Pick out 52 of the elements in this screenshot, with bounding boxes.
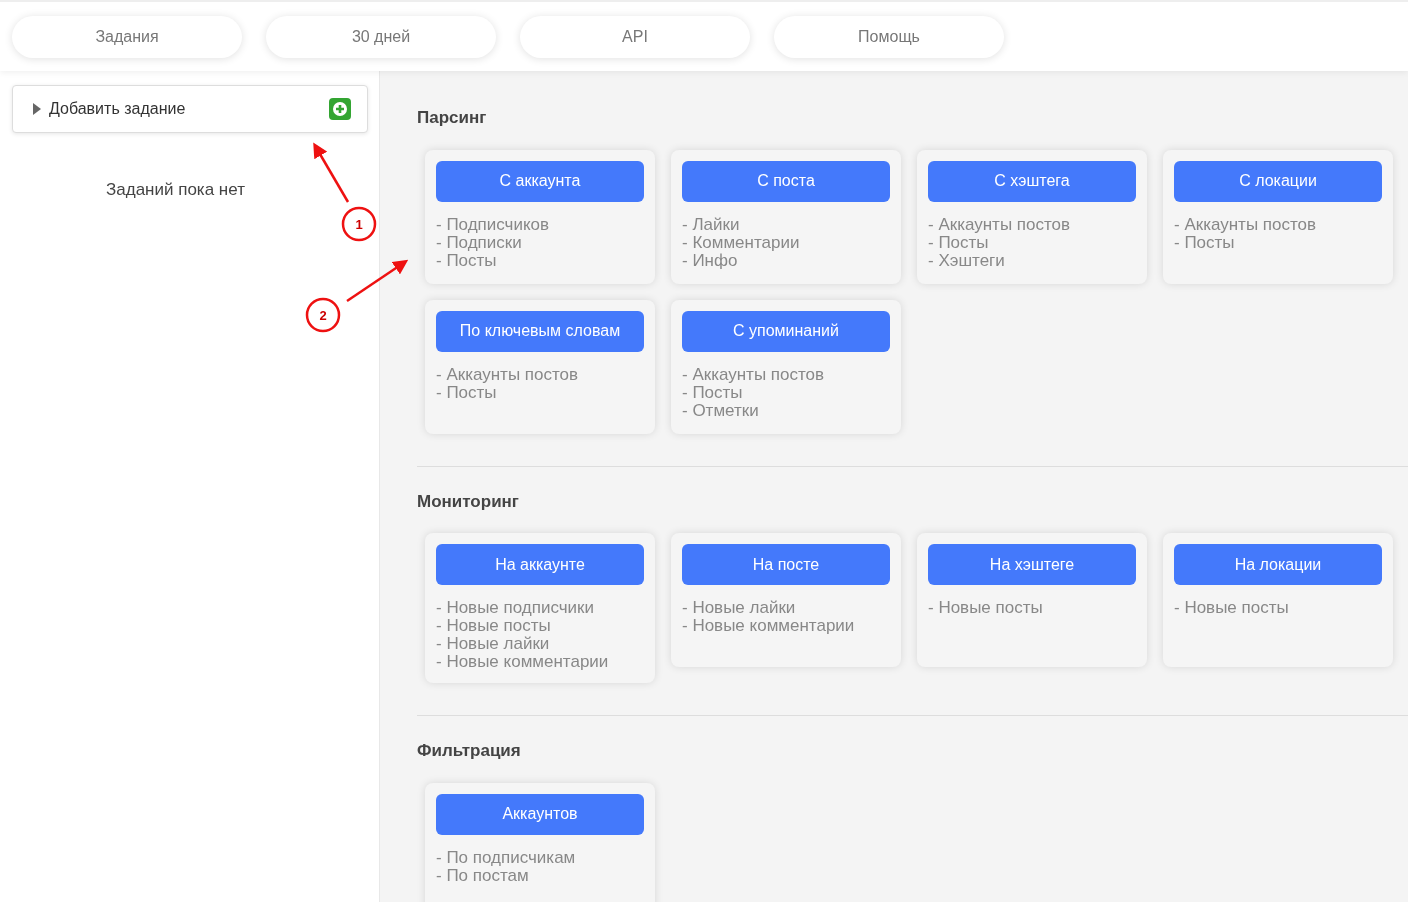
plus-icon <box>329 98 351 120</box>
section-title: Мониторинг <box>417 490 520 513</box>
feature-item: - Новые посты <box>1174 599 1290 617</box>
feature-item: - Посты <box>682 383 743 402</box>
feature-item: - Комментарии <box>682 233 801 252</box>
task-type-button[interactable]: По ключевым словам <box>436 310 644 352</box>
feature-item: - Новые подписчики <box>436 599 596 617</box>
feature-item: - Посты <box>928 233 989 252</box>
task-type-button[interactable]: С упоминаний <box>682 310 890 352</box>
nav-tab[interactable]: Задания <box>12 15 242 58</box>
annotation-arrow <box>346 259 409 303</box>
feature-item: - Хэштеги <box>928 251 1006 270</box>
annotation-marker: 1 <box>341 206 377 242</box>
feature-item: - Аккаунты постов <box>928 215 1072 234</box>
task-type-button[interactable]: С локации <box>1174 160 1382 202</box>
task-type-button[interactable]: На аккаунте <box>436 544 644 585</box>
feature-item: - Аккаунты постов <box>436 365 580 384</box>
feature-item: - Инфо <box>682 251 738 270</box>
feature-item: - Новые комментарии <box>436 653 610 671</box>
feature-item: - Подписчиков <box>436 215 551 234</box>
task-type-button[interactable]: С поста <box>682 160 890 202</box>
feature-item: - По постам <box>436 866 529 885</box>
caret-icon <box>33 103 41 115</box>
feature-item: - Аккаунты постов <box>682 365 826 384</box>
feature-item: - Аккаунты постов <box>1174 215 1318 234</box>
task-type-button[interactable]: С хэштега <box>928 160 1136 202</box>
empty-tasks-text: Заданий пока нет <box>106 179 246 201</box>
feature-item: - Новые лайки <box>436 635 551 653</box>
task-type-button[interactable]: На локации <box>1174 544 1382 585</box>
feature-item: - Новые посты <box>436 617 552 635</box>
feature-item: - Новые лайки <box>682 599 797 617</box>
task-type-button[interactable]: На хэштеге <box>928 544 1136 585</box>
feature-item: - Посты <box>1174 233 1235 252</box>
task-type-button[interactable]: Аккаунтов <box>436 793 644 835</box>
feature-item: - Посты <box>436 383 497 402</box>
annotation-arrow <box>313 142 350 203</box>
task-type-button[interactable]: С аккаунта <box>436 160 644 202</box>
nav-tab[interactable]: 30 дней <box>266 15 496 58</box>
feature-item: - Отметки <box>682 401 760 420</box>
section-title: Парсинг <box>417 107 488 129</box>
feature-item: - Посты <box>436 251 497 270</box>
feature-item: - Лайки <box>682 215 741 234</box>
feature-item: - По подписчикам <box>436 848 577 867</box>
add-task-panel[interactable]: Добавить задание <box>12 85 368 133</box>
nav-tab[interactable]: Помощь <box>774 15 1004 58</box>
task-type-button[interactable]: На посте <box>682 544 890 585</box>
feature-item: - Подписки <box>436 233 522 252</box>
annotation-marker: 2 <box>305 297 341 333</box>
feature-item: - Новые комментарии <box>682 617 856 635</box>
section-title: Фильтрация <box>417 740 522 762</box>
feature-item: - Новые посты <box>928 599 1044 617</box>
nav-tab[interactable]: API <box>520 15 750 58</box>
